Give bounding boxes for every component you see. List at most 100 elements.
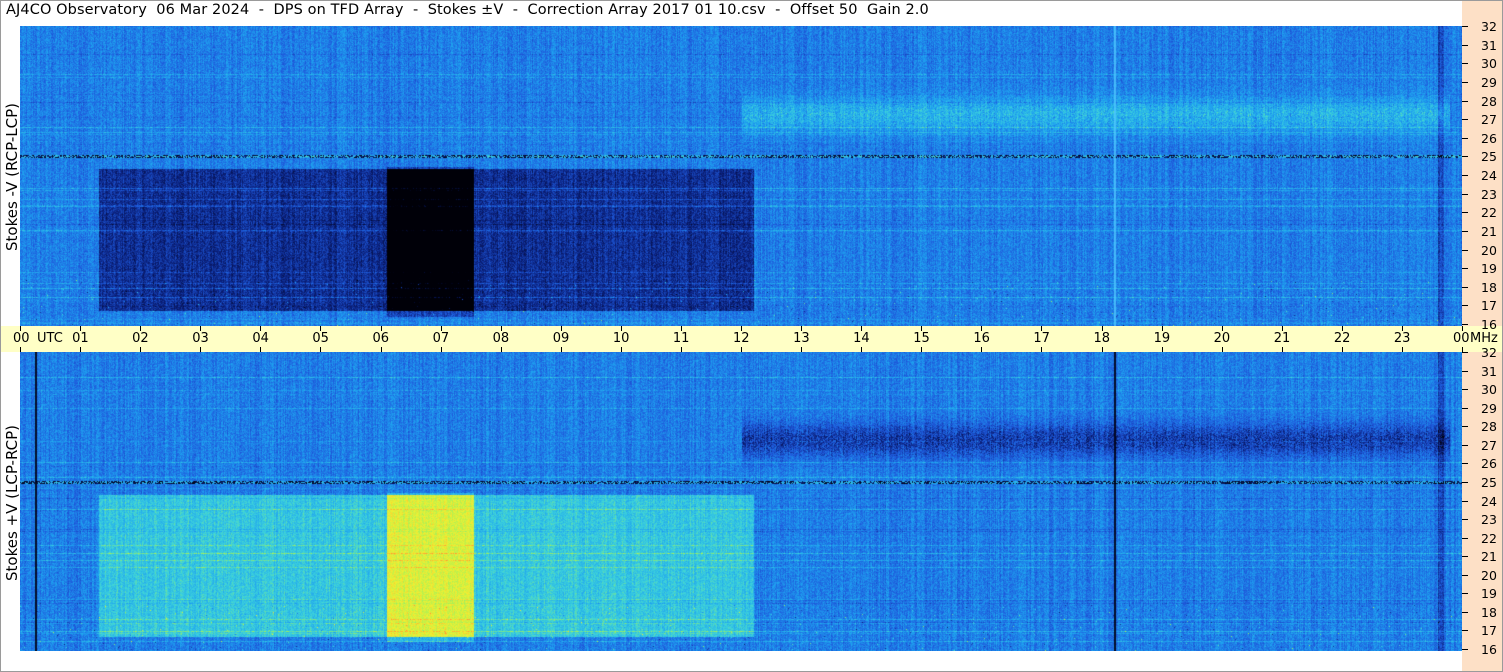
frequency-tick-mark	[1462, 175, 1468, 176]
frequency-tick-mark	[1462, 630, 1468, 632]
frequency-tick-mark	[1462, 212, 1468, 214]
frequency-tick-mark	[1462, 324, 1468, 325]
frequency-tick-label: 27	[1481, 112, 1497, 128]
frequency-tick-mark	[1462, 500, 1468, 502]
frequency-tick-mark	[1462, 426, 1468, 428]
hour-tick-label: 17	[1033, 331, 1050, 346]
frequency-tick-mark	[1462, 156, 1468, 158]
frequency-tick-mark	[1462, 556, 1468, 558]
hour-tick-label: 21	[1273, 331, 1291, 346]
frequency-tick-mark	[1462, 370, 1468, 372]
hour-tick-label: 13	[793, 331, 810, 346]
frequency-tick-label: 32	[1481, 345, 1497, 360]
top-panel-label: Stokes -V (RCP-LCP)	[3, 103, 21, 251]
frequency-tick-label: 20	[1481, 242, 1497, 258]
frequency-tick-label: 26	[1481, 130, 1497, 146]
frequency-tick-label: 20	[1481, 567, 1497, 583]
frequency-tick-label: 26	[1481, 456, 1497, 472]
frequency-tick-mark	[1462, 26, 1468, 27]
frequency-tick-label: 21	[1481, 223, 1497, 239]
frequency-tick-mark	[1462, 407, 1468, 409]
frequency-tick-label: 16	[1481, 642, 1497, 657]
hour-tick-label: 00	[13, 331, 30, 346]
spectrogram-stokes-minus-v	[20, 26, 1462, 326]
frequency-tick-mark	[1462, 193, 1468, 195]
frequency-tick-label: 21	[1481, 549, 1497, 565]
hour-tick-label: 01	[72, 331, 89, 346]
frequency-tick-label: 19	[1481, 586, 1497, 602]
frequency-tick-label: 31	[1481, 363, 1497, 379]
frequency-tick-label: 22	[1481, 530, 1497, 546]
frequency-tick-label: 23	[1481, 512, 1497, 528]
frequency-tick-mark	[1462, 230, 1468, 232]
frequency-tick-label: 18	[1481, 279, 1497, 295]
spectrogram-canvas-bottom	[20, 352, 1462, 651]
hour-tick-label: 00	[1453, 331, 1470, 346]
frequency-tick-label: 22	[1481, 205, 1497, 221]
frequency-tick-label: 28	[1481, 419, 1497, 435]
hour-tick-label: 07	[432, 331, 450, 346]
frequency-tick-mark	[1462, 389, 1468, 391]
frequency-tick-mark	[1462, 119, 1468, 121]
frequency-tick-label: 18	[1481, 604, 1497, 620]
frequency-tick-mark	[1462, 100, 1468, 102]
frequency-tick-mark	[1462, 593, 1468, 595]
frequency-tick-label: 31	[1481, 37, 1497, 53]
frequency-tick-label: 30	[1481, 382, 1497, 398]
frequency-tick-label: 23	[1481, 186, 1497, 202]
hour-tick-label: 22	[1333, 331, 1351, 346]
spectrogram-stokes-plus-v	[20, 352, 1462, 651]
hour-tick-label: 14	[853, 331, 870, 346]
spectrogram-canvas-top	[20, 26, 1462, 326]
bottom-panel-label: Stokes +V (LCP-RCP)	[3, 425, 21, 581]
frequency-tick-label: 29	[1481, 74, 1497, 90]
hour-tick-label: 23	[1393, 331, 1411, 346]
hour-tick-label: 12	[733, 331, 750, 346]
hour-tick-label: 08	[492, 331, 510, 346]
frequency-tick-mark	[1462, 305, 1468, 307]
chart-title: AJ4CO Observatory 06 Mar 2024 - DPS on T…	[6, 2, 929, 18]
frequency-tick-label: 27	[1481, 437, 1497, 453]
frequency-tick-label: 29	[1481, 400, 1497, 416]
hour-tick-label: 04	[252, 331, 269, 346]
mhz-label: MHz	[1470, 331, 1498, 346]
hour-tick-label: 09	[552, 331, 570, 346]
frequency-tick-mark	[1462, 611, 1468, 613]
frequency-tick-mark	[1462, 574, 1468, 576]
frequency-tick-label: 19	[1481, 261, 1497, 277]
frequency-tick-label: 25	[1481, 149, 1497, 165]
frequency-tick-label: 17	[1481, 298, 1497, 314]
hour-tick-label: 16	[973, 331, 990, 346]
frequency-tick-label: 17	[1481, 623, 1497, 639]
frequency-tick-mark	[1462, 444, 1468, 446]
frequency-tick-mark	[1462, 537, 1468, 539]
frequency-tick-mark	[1462, 249, 1468, 251]
hour-tick-label: 06	[372, 331, 390, 346]
frequency-tick-mark	[1462, 268, 1468, 270]
frequency-tick-mark	[1462, 463, 1468, 465]
frequency-tick-mark	[1462, 63, 1468, 65]
frequency-tick-label: 16	[1481, 317, 1497, 332]
hour-tick-label: 11	[672, 331, 690, 346]
frequency-tick-mark	[1462, 649, 1468, 650]
hour-tick-label: 02	[132, 331, 149, 346]
frequency-tick-label: 25	[1481, 474, 1497, 490]
hour-tick-label: 19	[1153, 331, 1171, 346]
frequency-tick-label: 24	[1481, 493, 1497, 509]
frequency-tick-mark	[1462, 137, 1468, 139]
frequency-tick-label: 32	[1481, 19, 1497, 34]
frequency-tick-label: 24	[1481, 168, 1497, 183]
hour-tick-label: 15	[913, 331, 930, 346]
frequency-tick-mark	[1462, 44, 1468, 46]
frequency-tick-mark	[1462, 481, 1468, 483]
time-axis: 00 01 02 03 04 05 06 07 08 09 10 11 12 13 14 15 16 17 18 19…	[0, 326, 1503, 352]
hour-tick-label: 03	[192, 331, 209, 346]
hour-tick-label: 18	[1093, 331, 1111, 346]
frequency-tick-label: 28	[1481, 93, 1497, 109]
hour-tick-label: 20	[1213, 331, 1231, 346]
hour-tick-label: 10	[612, 331, 630, 346]
frequency-tick-mark	[1462, 519, 1468, 521]
frequency-tick-label: 30	[1481, 56, 1497, 72]
hour-tick-label: 05	[312, 331, 329, 346]
utc-label: UTC	[37, 331, 63, 346]
